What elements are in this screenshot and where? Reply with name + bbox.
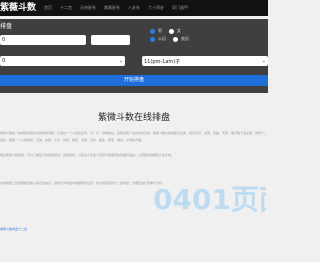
gender-radio-female[interactable] xyxy=(169,28,174,34)
gender-radio-group: 男 女 xyxy=(150,27,193,35)
calendar-radio-solar[interactable] xyxy=(150,36,155,42)
calendar-label-lunar: 农历 xyxy=(181,36,189,41)
birth-input-value: 0 xyxy=(2,37,6,43)
hour-select-value: 11(pm-1am)子 xyxy=(144,59,181,65)
nav-item-ziwei[interactable]: 紫薇星系 xyxy=(104,5,120,11)
nav-item-64-hexagrams[interactable]: 六十四卦 xyxy=(148,5,164,11)
hour-select[interactable]: 11(pm-1am)子 ⌄ xyxy=(142,56,268,66)
chart-form-panel: 排盘 0 男 女 公历 农历 0 ⌄ 11(pm-1am)子 ⌄ 开始排盘 xyxy=(0,19,268,93)
birth-input[interactable]: 0 xyxy=(0,35,86,45)
date-select[interactable]: 0 ⌄ xyxy=(0,56,125,66)
nav-item-tianfu[interactable]: 天府星系 xyxy=(80,5,96,11)
site-brand[interactable]: 紫薇斗数 xyxy=(0,1,36,15)
twelve-palaces-link[interactable]: 紫微斗数命盘十二宫 xyxy=(0,227,27,231)
page-title: 紫微斗数在线排盘 xyxy=(97,113,170,123)
gender-label-female: 女 xyxy=(177,28,181,33)
nav-item-qimen[interactable]: 奇门遁甲 xyxy=(172,5,188,11)
intro-paragraph-2: 通过紫微斗数排盘，可以了解自己的性格特点、运势起伏，以及在人生各个阶段可能遇到的… xyxy=(0,153,175,157)
date-select-value: 0 xyxy=(2,58,6,64)
calendar-radio-lunar[interactable] xyxy=(173,36,178,42)
intro-paragraph-1: 紫微斗数是一种源自中国古代的算命术数，它通过一个人的出生年、月、日、时等信息，来… xyxy=(0,131,268,142)
form-title: 排盘 xyxy=(0,23,13,30)
chevron-down-icon: ⌄ xyxy=(118,58,123,64)
nav-item-twelve-palaces[interactable]: 十二宫 xyxy=(60,5,72,11)
watermark-logo: 0401页面 xyxy=(153,183,266,216)
chevron-down-icon: ⌄ xyxy=(261,58,266,64)
top-navbar: 紫薇斗数 首页 十二宫 天府星系 紫薇星系 八卦系 六十四卦 奇门遁甲 xyxy=(0,0,268,16)
calendar-radio-group: 公历 农历 xyxy=(150,35,193,43)
gender-radio-male[interactable] xyxy=(150,28,155,34)
nav-menu: 首页 十二宫 天府星系 紫薇星系 八卦系 六十四卦 奇门遁甲 xyxy=(44,0,188,16)
nav-item-bagua[interactable]: 八卦系 xyxy=(128,5,140,11)
gender-label-male: 男 xyxy=(158,28,162,33)
calendar-label-solar: 公历 xyxy=(158,36,166,41)
start-chart-button[interactable]: 开始排盘 xyxy=(0,75,268,86)
name-input[interactable] xyxy=(91,35,130,45)
watermark-text: 0401页面 xyxy=(153,183,266,216)
option-radios: 男 女 公历 农历 xyxy=(150,27,193,43)
nav-item-home[interactable]: 首页 xyxy=(44,5,52,11)
